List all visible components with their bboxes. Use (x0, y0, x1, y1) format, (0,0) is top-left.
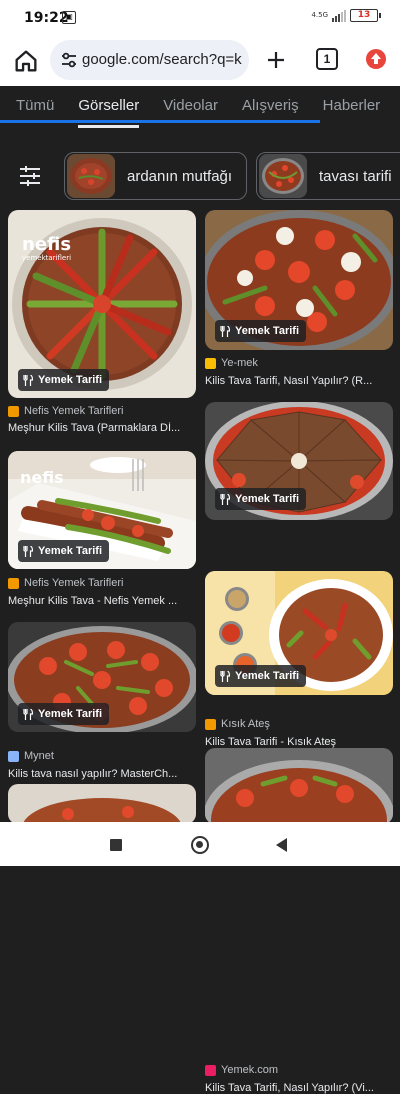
result-source[interactable]: Nefis Yemek Tarifleri (8, 577, 123, 589)
source-favicon-icon (205, 719, 216, 730)
result-title[interactable]: Kilis tava nasıl yapılır? MasterCh... (8, 768, 196, 780)
source-favicon-icon (205, 1065, 216, 1076)
battery-icon: 13 (350, 9, 378, 22)
result-source[interactable]: Kısık Ateş (205, 718, 270, 730)
result-image[interactable]: nefis Yemek Tarifi (8, 451, 196, 569)
nefis-watermark: nefis (22, 234, 71, 255)
fork-knife-icon (23, 709, 33, 720)
source-favicon-icon (8, 578, 19, 589)
status-indicators: 4.5G 13 (311, 9, 378, 22)
result-image[interactable]: Yemek Tarifi (205, 571, 393, 695)
tab-images[interactable]: Görseller (78, 88, 139, 128)
fork-knife-icon (220, 494, 230, 505)
result-title[interactable]: Kilis Tava Tarifi, Nasıl Yapılır? (R... (205, 375, 393, 387)
source-name: Mynet (24, 750, 54, 762)
chip-tavasi-tarifi[interactable]: tavası tarifi (256, 152, 400, 200)
recipe-badge: Yemek Tarifi (18, 369, 109, 391)
fork-knife-icon (23, 546, 33, 557)
network-label: 4.5G (311, 12, 328, 19)
source-favicon-icon (8, 406, 19, 417)
update-icon[interactable] (366, 49, 386, 69)
result-source[interactable]: Yemek.com (205, 1064, 278, 1076)
result-image[interactable] (8, 784, 196, 824)
chip-thumbnail (67, 154, 115, 198)
filter-icon[interactable] (17, 164, 43, 188)
nefis-watermark: nefis (20, 468, 64, 487)
recipe-badge: Yemek Tarifi (18, 703, 109, 725)
badge-label: Yemek Tarifi (235, 670, 299, 682)
address-bar[interactable]: google.com/search?q=kilis (50, 40, 249, 80)
home-button[interactable] (191, 836, 209, 854)
result-source[interactable]: Mynet (8, 750, 54, 762)
source-name: Kısık Ateş (221, 718, 270, 730)
fork-knife-icon (220, 326, 230, 337)
result-image[interactable]: Yemek Tarifi (205, 402, 393, 520)
site-settings-icon[interactable] (60, 52, 78, 68)
recipe-badge: Yemek Tarifi (215, 665, 306, 687)
back-button[interactable] (276, 838, 287, 852)
result-title[interactable]: Meşhur Kilis Tava (Parmaklara Dİ... (8, 422, 196, 434)
recipe-badge: Yemek Tarifi (215, 488, 306, 510)
signal-icon (332, 9, 346, 22)
result-title[interactable]: Meşhur Kilis Tava - Nefis Yemek ... (8, 595, 196, 607)
home-icon[interactable] (12, 47, 40, 75)
url-text[interactable]: google.com/search?q=kilis (82, 51, 242, 68)
search-tabs: Tümü Görseller Videolar Alışveriş Haberl… (0, 88, 400, 128)
browser-toolbar: google.com/search?q=kilis 1 (0, 36, 400, 86)
badge-label: Yemek Tarifi (235, 493, 299, 505)
tab-count: 1 (324, 52, 331, 66)
source-name: Ye-mek (221, 357, 258, 369)
result-source[interactable]: Ye-mek (205, 357, 258, 369)
result-image[interactable] (205, 748, 393, 824)
notification-icon: ▣ (62, 11, 76, 24)
fork-knife-icon (220, 671, 230, 682)
result-title[interactable]: Kilis Tava Tarifi, Nasıl Yapılır? (Vi... (205, 1082, 393, 1094)
chip-ardanin-mutfagi[interactable]: ardanın mutfağı (64, 152, 247, 200)
tab-shopping[interactable]: Alışveriş (242, 88, 299, 128)
badge-label: Yemek Tarifi (38, 374, 102, 386)
source-name: Nefis Yemek Tarifleri (24, 405, 123, 417)
badge-label: Yemek Tarifi (38, 708, 102, 720)
recipe-badge: Yemek Tarifi (215, 320, 306, 342)
tab-videos[interactable]: Videolar (163, 88, 218, 128)
chip-label: tavası tarifi (319, 168, 392, 185)
result-image[interactable]: Yemek Tarifi (8, 622, 196, 732)
result-source[interactable]: Nefis Yemek Tarifleri (8, 405, 123, 417)
system-nav-bar (0, 822, 400, 866)
recipe-badge: Yemek Tarifi (18, 540, 109, 562)
new-tab-icon[interactable] (264, 48, 288, 72)
suggestion-chips: ardanın mutfağı tavası tarifi (0, 150, 400, 202)
result-image[interactable]: Yemek Tarifi (205, 210, 393, 350)
tab-all[interactable]: Tümü (16, 88, 54, 128)
badge-label: Yemek Tarifi (235, 325, 299, 337)
source-favicon-icon (205, 358, 216, 369)
result-title[interactable]: Kilis Tava Tarifi - Kısık Ateş (205, 736, 393, 748)
tab-news[interactable]: Haberler (323, 88, 381, 128)
tab-switcher-button[interactable]: 1 (316, 48, 338, 70)
chip-thumbnail (259, 154, 307, 198)
badge-label: Yemek Tarifi (38, 545, 102, 557)
result-image[interactable]: nefis yemektarifleri Yemek Tarifi (8, 210, 196, 398)
recents-button[interactable] (110, 839, 122, 851)
source-name: Nefis Yemek Tarifleri (24, 577, 123, 589)
status-bar: 19:22 ▣ 4.5G 13 (0, 0, 400, 36)
fork-knife-icon (23, 375, 33, 386)
chip-label: ardanın mutfağı (127, 168, 232, 185)
nefis-watermark-sub: yemektarifleri (22, 254, 71, 262)
source-favicon-icon (8, 751, 19, 762)
battery-level: 13 (358, 10, 371, 20)
source-name: Yemek.com (221, 1064, 278, 1076)
